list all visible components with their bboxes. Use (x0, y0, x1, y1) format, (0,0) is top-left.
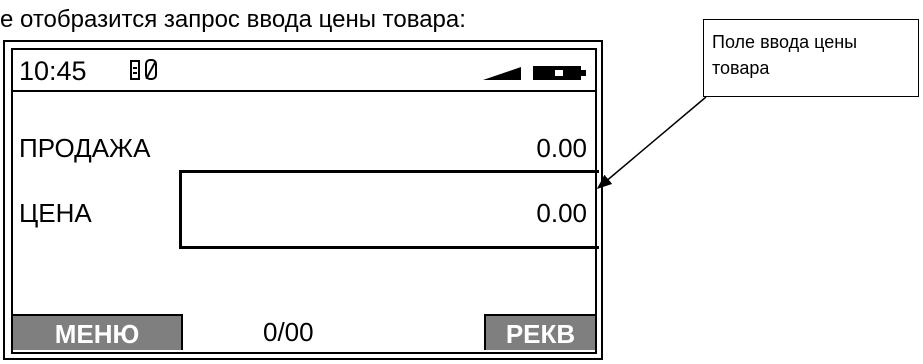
callout-pointer (596, 96, 707, 189)
pointer-line (596, 96, 707, 189)
